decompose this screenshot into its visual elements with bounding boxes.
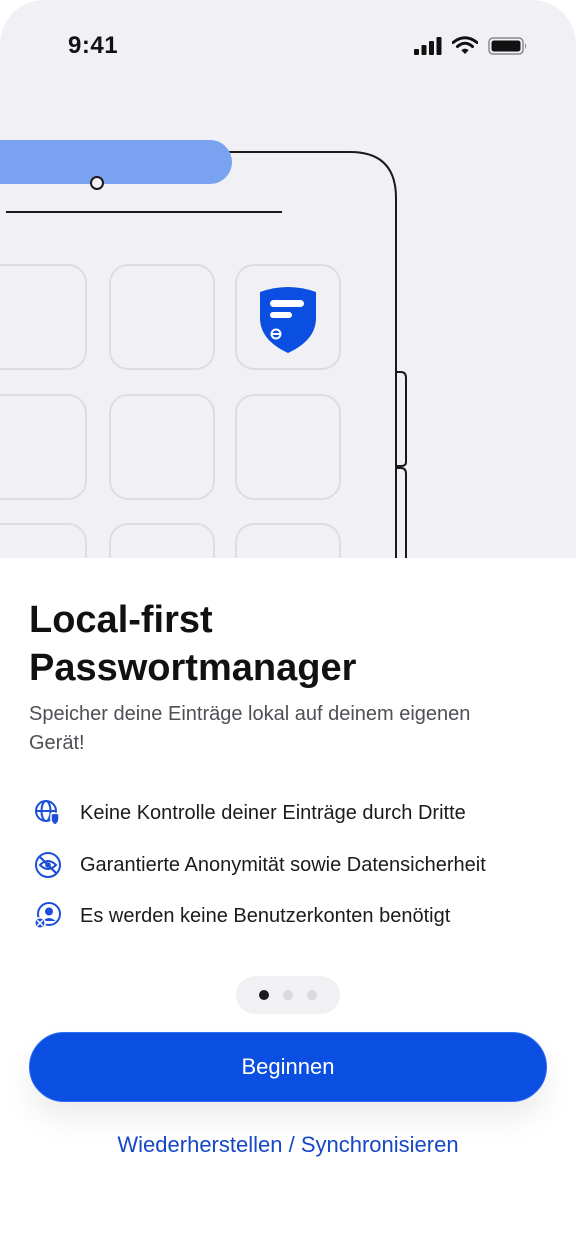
signal-icon	[414, 36, 442, 55]
page-dot-1[interactable]	[259, 990, 269, 1000]
eye-slash-icon	[33, 850, 63, 880]
feature-item-no-accounts: Es werden keine Benutzerkonten benötigt	[33, 901, 553, 931]
page-title: Local-first Passwortmanager	[29, 596, 549, 692]
shield-logo-icon	[260, 287, 316, 353]
phone-screen: 9:41 Local-first Passwortmanager Speiche…	[0, 0, 576, 1251]
restore-sync-link[interactable]: Wiederherstellen / Synchronisieren	[0, 1132, 576, 1158]
feature-label: Es werden keine Benutzerkonten benötigt	[80, 904, 451, 927]
start-button[interactable]: Beginnen	[29, 1032, 547, 1102]
globe-shield-icon	[33, 798, 63, 828]
user-x-icon	[33, 901, 63, 931]
status-time: 9:41	[68, 32, 119, 59]
wifi-icon	[452, 36, 478, 54]
status-bar: 9:41	[0, 0, 576, 90]
feature-label: Garantierte Anonymität sowie Datensicher…	[80, 853, 486, 876]
page-dot-2[interactable]	[283, 990, 293, 1000]
title-line-2: Passwortmanager	[29, 647, 357, 689]
feature-label: Keine Kontrolle deiner Einträge durch Dr…	[80, 801, 466, 824]
onboarding-content: Local-first Passwortmanager Speicher dei…	[0, 558, 576, 1251]
feature-item-anonymity: Garantierte Anonymität sowie Datensicher…	[33, 850, 553, 880]
battery-icon	[488, 36, 527, 55]
hero-illustration-area: 9:41	[0, 0, 576, 558]
page-dot-3[interactable]	[307, 990, 317, 1000]
page-indicator[interactable]	[236, 976, 340, 1014]
feature-item-no-third-party: Keine Kontrolle deiner Einträge durch Dr…	[33, 798, 553, 828]
subtitle: Speicher deine Einträge lokal auf deinem…	[29, 703, 471, 754]
title-line-1: Local-first	[29, 599, 213, 641]
status-icons	[414, 36, 528, 55]
